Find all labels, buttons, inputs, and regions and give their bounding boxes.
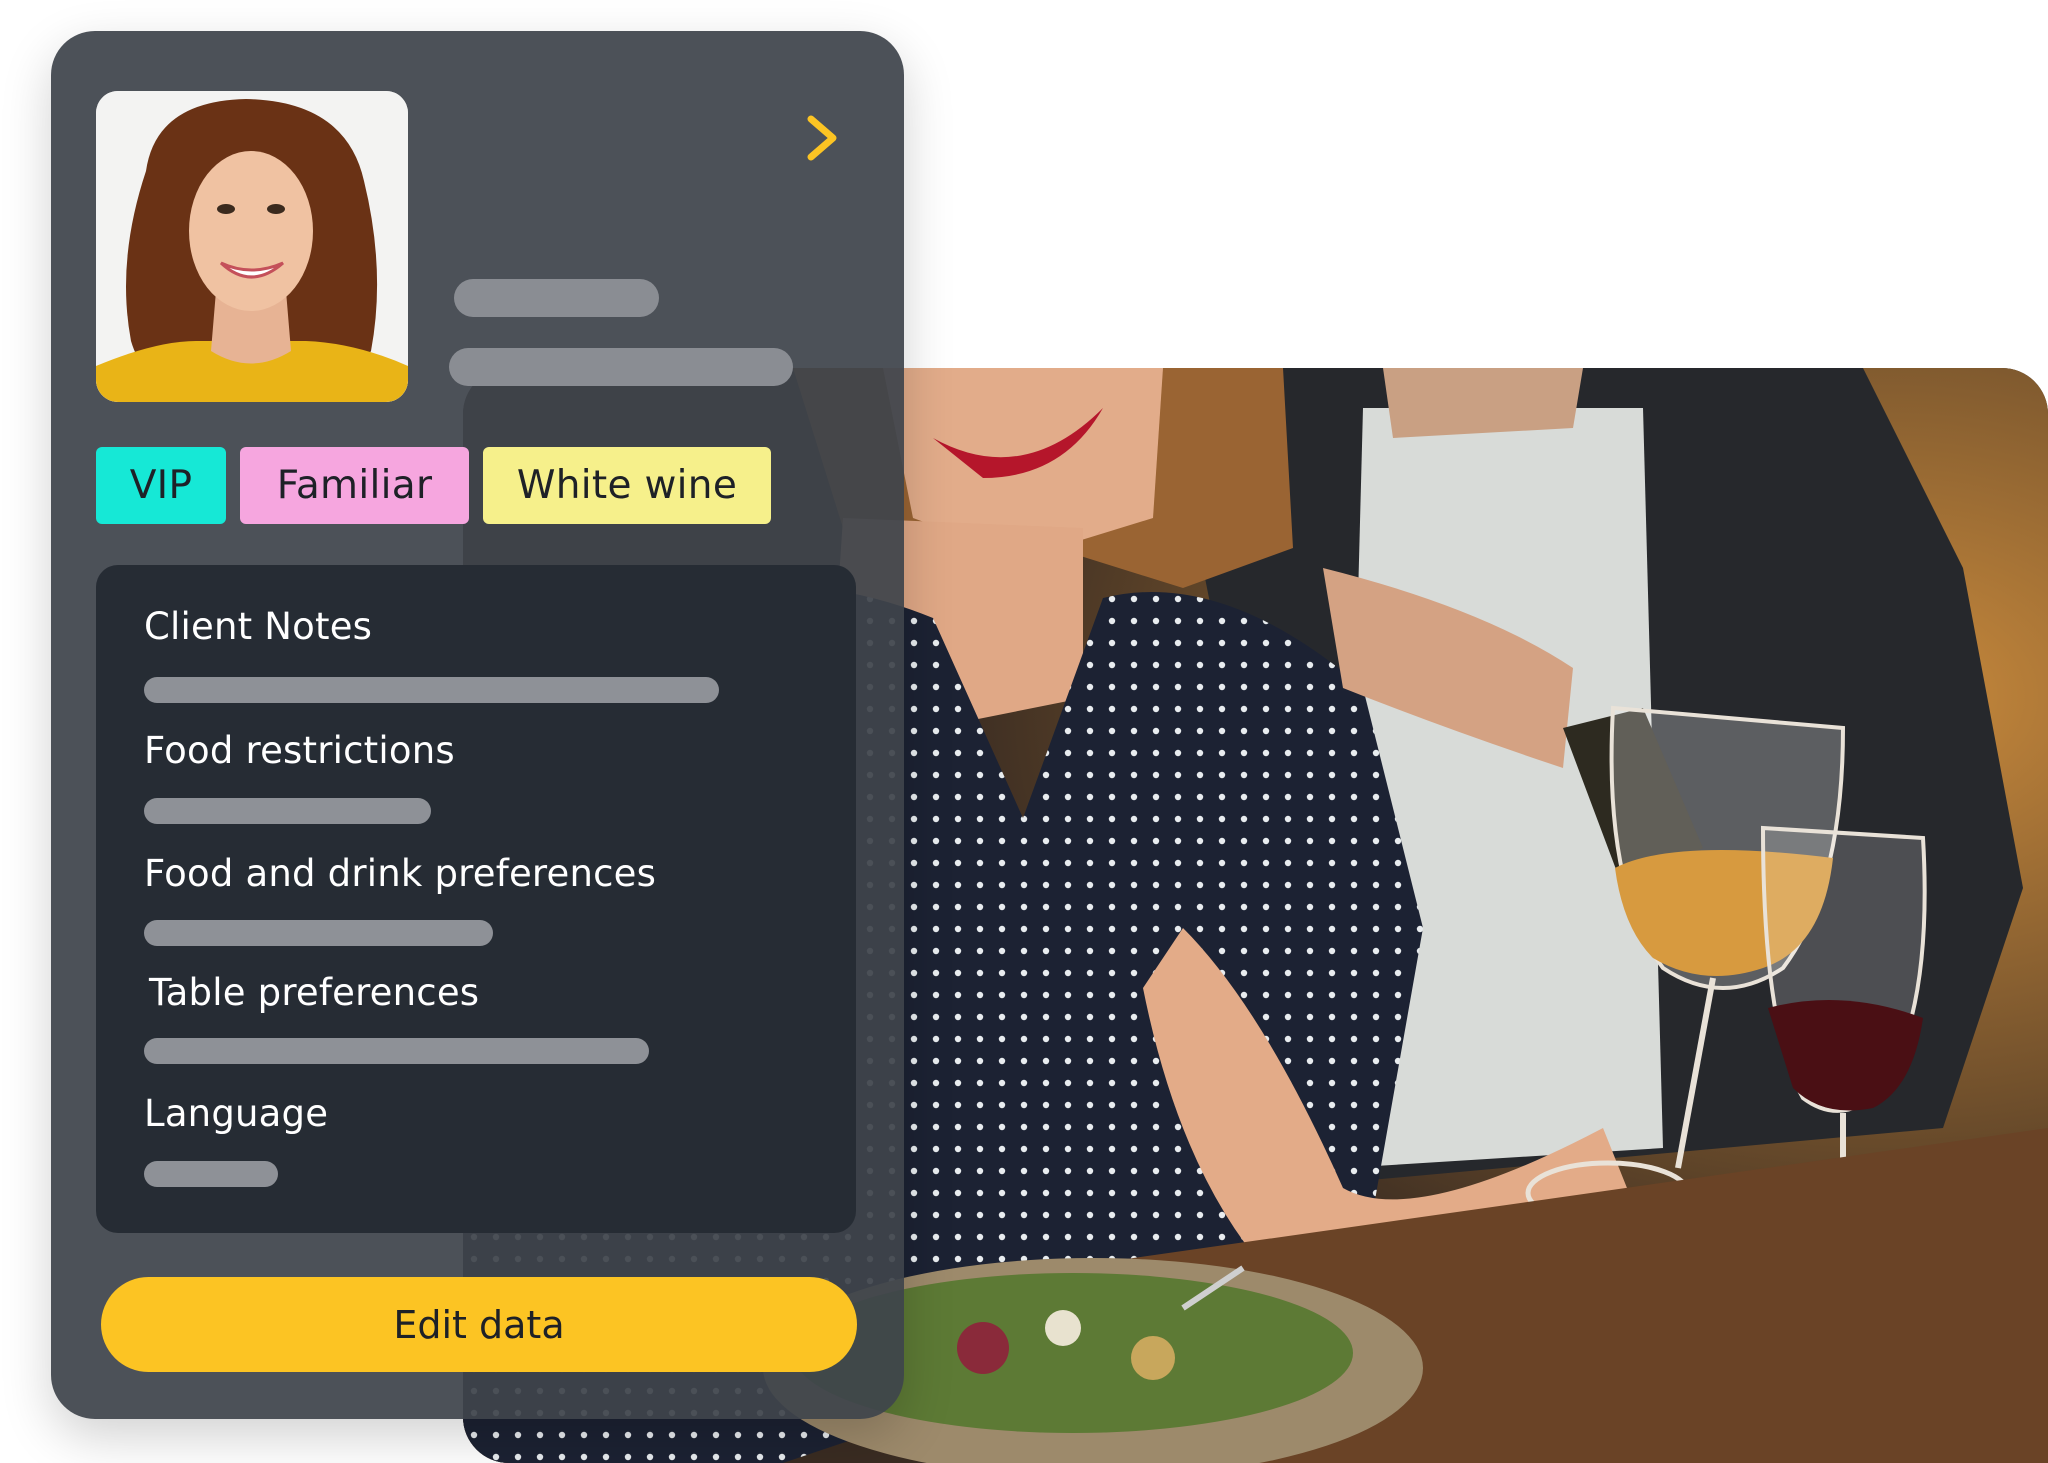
tag-label: White wine [516, 463, 738, 508]
tag-list: VIP Familiar White wine [96, 447, 771, 524]
avatar [96, 91, 408, 402]
client-notes-value-placeholder[interactable] [144, 677, 719, 703]
food-drink-preferences-label: Food and drink preferences [144, 852, 657, 895]
client-name-placeholder [454, 279, 659, 317]
client-subtitle-placeholder [449, 348, 793, 386]
tag-label: VIP [129, 463, 193, 508]
client-notes-panel: Client Notes Food restrictions Food and … [96, 565, 856, 1233]
food-restrictions-label: Food restrictions [144, 729, 455, 772]
language-value-placeholder[interactable] [144, 1161, 278, 1187]
language-label: Language [144, 1092, 329, 1135]
tag-familiar[interactable]: Familiar [240, 447, 469, 524]
edit-data-button[interactable]: Edit data [101, 1277, 857, 1372]
chevron-right-icon[interactable] [802, 111, 842, 165]
client-notes-label: Client Notes [144, 605, 373, 648]
food-drink-preferences-value-placeholder[interactable] [144, 920, 493, 946]
client-profile-card: VIP Familiar White wine Client Notes Foo… [51, 31, 904, 1419]
table-preferences-label: Table preferences [149, 971, 480, 1014]
avatar-portrait [96, 91, 408, 402]
tag-label: Familiar [276, 463, 433, 508]
food-restrictions-value-placeholder[interactable] [144, 798, 431, 824]
tag-white-wine[interactable]: White wine [483, 447, 771, 524]
tag-vip[interactable]: VIP [96, 447, 226, 524]
table-preferences-value-placeholder[interactable] [144, 1038, 649, 1064]
